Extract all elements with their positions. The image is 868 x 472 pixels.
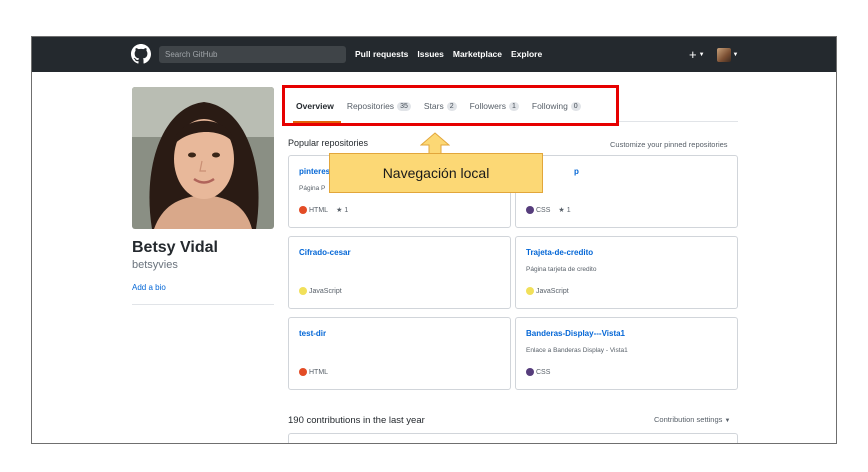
profile-name: Betsy Vidal (132, 239, 218, 256)
tab-repositories[interactable]: Repositories 35 (347, 101, 411, 111)
github-logo-icon[interactable] (131, 44, 151, 64)
language-name: JavaScript (309, 287, 342, 295)
language-color-dot (526, 206, 534, 214)
contribution-settings-dropdown[interactable]: Contribution settings ▼ (654, 415, 730, 424)
repo-meta: JavaScript (299, 287, 342, 295)
star-icon: ★ (336, 207, 343, 214)
caret-down-icon: ▼ (698, 51, 705, 58)
repo-link[interactable]: Trajeta-de-credito (526, 248, 593, 257)
tab-label: Overview (296, 101, 334, 111)
nav-pull-requests[interactable]: Pull requests (355, 48, 408, 61)
tab-counter: 35 (397, 101, 411, 111)
tab-followers[interactable]: Followers 1 (470, 101, 519, 111)
header-nav: Pull requests Issues Marketplace Explore (355, 48, 542, 61)
language-name: CSS (536, 206, 551, 214)
divider (619, 121, 738, 122)
repo-meta: HTML (299, 368, 328, 376)
language-name: HTML (309, 368, 329, 376)
annotation-callout: Navegación local (329, 153, 543, 193)
tab-overview[interactable]: Overview (296, 101, 334, 111)
repo-link[interactable]: Cifrado-cesar (299, 248, 351, 257)
repo-stars[interactable]: ★ 1 (558, 206, 571, 215)
add-bio-link[interactable]: Add a bio (132, 283, 166, 292)
repo-card: p CSS ★ 1 (515, 155, 738, 228)
search-input[interactable]: Search GitHub (159, 46, 346, 63)
repo-language: CSS (526, 206, 550, 214)
language-color-dot (526, 368, 534, 376)
tab-stars[interactable]: Stars 2 (424, 101, 457, 111)
tab-counter: 1 (508, 101, 519, 111)
repo-link[interactable]: Banderas-Display---Vista1 (526, 329, 625, 338)
profile-photo[interactable] (132, 87, 274, 229)
repo-meta: JavaScript (526, 287, 569, 295)
repo-meta: CSS (526, 368, 550, 376)
repo-link[interactable]: test-dir (299, 329, 326, 338)
language-name: HTML (309, 206, 329, 214)
repo-language: HTML (299, 206, 328, 214)
tab-following[interactable]: Following 0 (532, 101, 581, 111)
repo-stars[interactable]: ★ 1 (336, 206, 349, 215)
selected-tab-underline (293, 121, 341, 123)
language-color-dot (299, 206, 307, 214)
star-icon: ★ (558, 207, 565, 214)
customize-pins-link[interactable]: Customize your pinned repositories (610, 140, 728, 149)
repo-language: HTML (299, 368, 328, 376)
repo-meta: HTML ★ 1 (299, 206, 348, 214)
repo-description: Enlace a Banderas Display - Vista1 (526, 347, 628, 354)
create-new-button[interactable]: + ▼ (689, 46, 705, 64)
repo-language: CSS (526, 368, 550, 376)
repo-language: JavaScript (299, 287, 342, 295)
repo-card: Trajeta-de-credito Página tarjeta de cre… (515, 236, 738, 309)
callout-text: Navegación local (382, 165, 490, 181)
browser-frame: Search GitHub Pull requests Issues Marke… (31, 36, 837, 444)
contributions-title: 190 contributions in the last year (288, 415, 425, 426)
plus-icon: + (689, 47, 697, 62)
repo-card: Banderas-Display---Vista1 Enlace a Bande… (515, 317, 738, 390)
caret-down-icon: ▼ (732, 51, 739, 58)
language-color-dot (299, 287, 307, 295)
profile-tabs-highlight: Overview Repositories 35 Stars 2 Followers… (282, 85, 619, 126)
repo-language: JavaScript (526, 287, 569, 295)
tab-label: Stars (423, 101, 444, 111)
nav-explore[interactable]: Explore (511, 48, 542, 61)
tab-counter: 0 (570, 101, 581, 111)
repo-description: Página P (299, 185, 326, 192)
tab-label: Repositories (346, 101, 395, 111)
tab-label: Followers (469, 101, 506, 111)
repo-link[interactable]: p (574, 167, 579, 176)
avatar (716, 47, 731, 62)
header-actions: + ▼ ▼ (689, 46, 739, 64)
language-color-dot (299, 368, 307, 376)
divider (132, 304, 274, 305)
nav-marketplace[interactable]: Marketplace (453, 48, 502, 61)
contribution-graph (288, 433, 738, 443)
contribution-settings-label: Contribution settings (654, 415, 723, 424)
repo-card: Cifrado-cesar JavaScript (288, 236, 511, 309)
caret-down-icon: ▼ (724, 418, 731, 424)
star-count: 1 (344, 206, 349, 214)
star-count: 1 (566, 206, 571, 214)
tab-counter: 2 (446, 101, 457, 111)
language-name: CSS (536, 368, 551, 376)
user-menu-button[interactable]: ▼ (716, 46, 739, 64)
repo-card: test-dir HTML (288, 317, 511, 390)
tab-label: Following (531, 101, 568, 111)
repo-link[interactable]: pinteres (299, 167, 330, 176)
language-name: JavaScript (536, 287, 569, 295)
language-color-dot (526, 287, 534, 295)
repo-description: Página tarjeta de credito (526, 266, 597, 273)
github-header: Search GitHub Pull requests Issues Marke… (32, 37, 836, 72)
popular-repositories-title: Popular repositories (288, 138, 369, 148)
profile-tabs: Overview Repositories 35 Stars 2 Followers… (296, 101, 581, 111)
nav-issues[interactable]: Issues (417, 48, 443, 61)
repo-meta: CSS ★ 1 (526, 206, 571, 214)
profile-login: betsyvies (132, 259, 178, 271)
